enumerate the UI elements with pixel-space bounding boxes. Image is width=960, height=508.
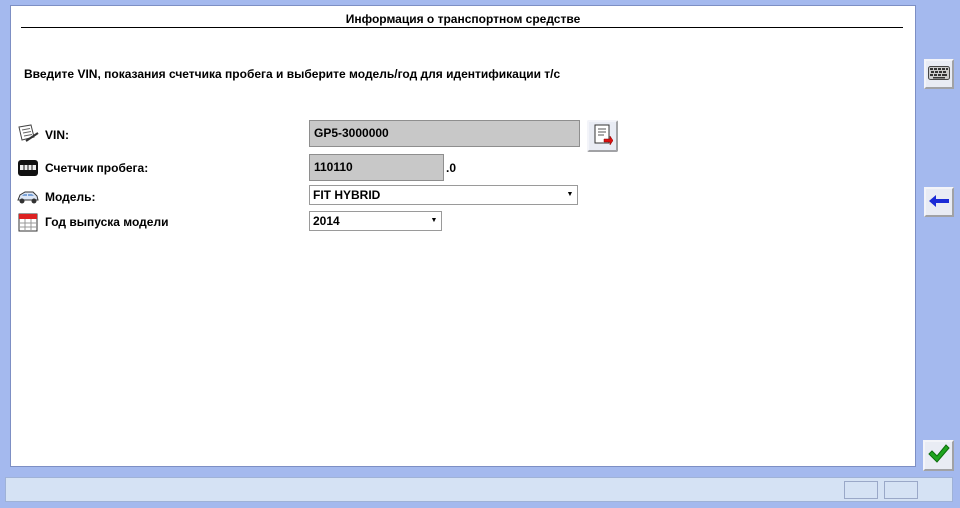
instruction-text: Введите VIN, показания счетчика пробега …: [24, 67, 561, 81]
chevron-down-icon[interactable]: ▼: [429, 214, 439, 227]
calendar-icon: [16, 211, 40, 233]
app-window: Информация о транспортном средстве Введи…: [0, 0, 960, 508]
vehicle-info-panel: Информация о транспортном средстве Введи…: [10, 5, 916, 467]
vin-label: VIN:: [45, 128, 69, 142]
odometer-icon: [16, 157, 40, 179]
keyboard-button[interactable]: [924, 59, 954, 89]
back-button[interactable]: [924, 187, 954, 217]
checkmark-icon: [927, 444, 950, 467]
title-divider: [21, 27, 903, 28]
confirm-button[interactable]: [923, 440, 954, 471]
vin-lookup-button[interactable]: [587, 120, 618, 152]
back-arrow-icon: [928, 194, 950, 211]
chevron-down-icon[interactable]: ▼: [565, 188, 575, 201]
model-label: Модель:: [45, 190, 96, 204]
model-selected-value: FIT HYBRID: [313, 188, 381, 202]
odometer-decimal: .0: [446, 161, 457, 175]
document-arrow-icon: [593, 124, 613, 149]
notepad-pen-icon: [16, 123, 40, 145]
car-icon: [16, 186, 40, 208]
year-select[interactable]: 2014 ▼: [309, 211, 442, 231]
vin-field[interactable]: GP5-3000000: [309, 120, 580, 147]
odometer-label: Счетчик пробега:: [45, 161, 149, 175]
status-bar: [5, 477, 953, 502]
keyboard-icon: [928, 65, 950, 83]
model-select[interactable]: FIT HYBRID ▼: [309, 185, 578, 205]
year-selected-value: 2014: [313, 214, 340, 228]
status-cell: [844, 481, 878, 499]
status-cell: [884, 481, 918, 499]
page-title: Информация о транспортном средстве: [345, 12, 581, 26]
year-label: Год выпуска модели: [45, 215, 169, 229]
odometer-field[interactable]: 110110: [309, 154, 444, 181]
